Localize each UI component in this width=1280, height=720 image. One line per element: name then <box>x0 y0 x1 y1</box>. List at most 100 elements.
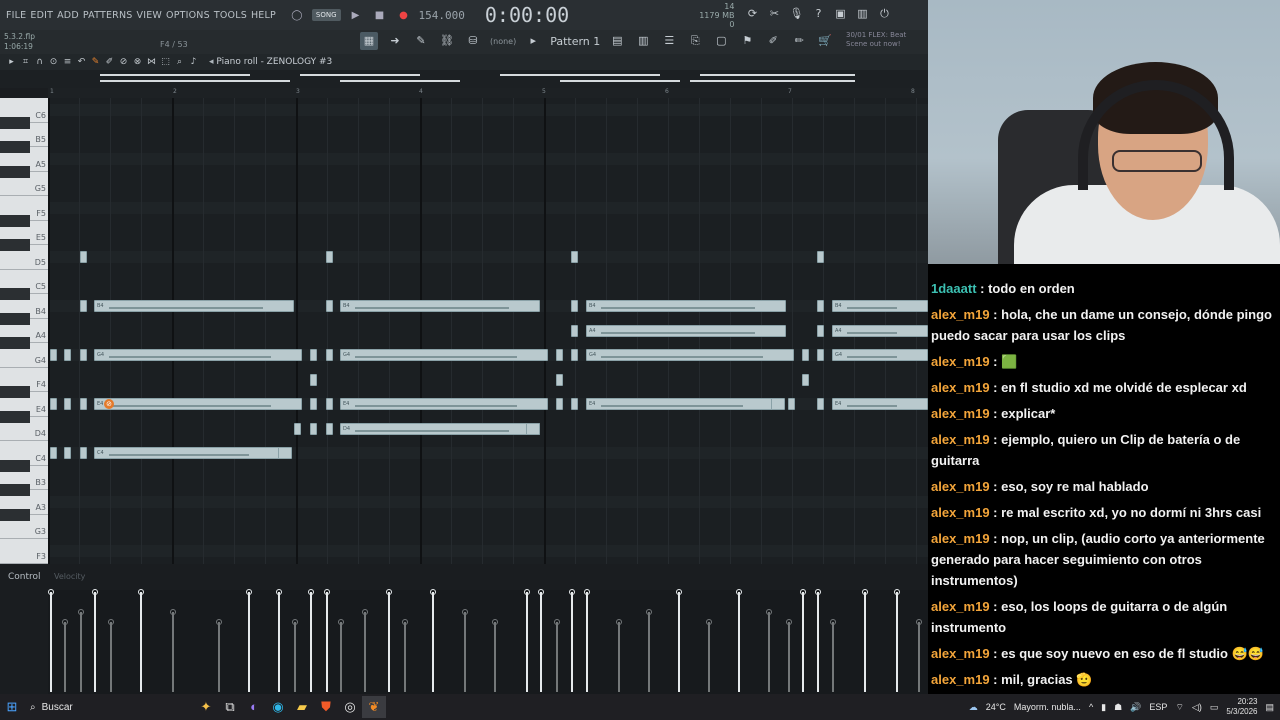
magnet-icon[interactable]: ∩ <box>34 57 45 67</box>
notifications-icon[interactable]: ▤ <box>1265 702 1274 713</box>
brush-icon[interactable]: ✐ <box>104 57 115 67</box>
velocity-handle[interactable] <box>138 589 144 595</box>
note-f4[interactable] <box>310 373 317 386</box>
velocity-handle[interactable] <box>430 589 436 595</box>
velocity-bar[interactable] <box>646 609 652 692</box>
chat-username[interactable]: alex_m19 <box>931 354 990 369</box>
menu-item-tools[interactable]: TOOLS <box>214 10 247 21</box>
arrow-icon[interactable]: ▸ <box>6 57 17 67</box>
power-icon[interactable]: ⏻ <box>876 7 892 23</box>
note-g4[interactable] <box>817 349 824 361</box>
taskbar-search[interactable]: ⌕ Buscar <box>24 702 194 713</box>
velocity-handle[interactable] <box>894 589 900 595</box>
note-e4[interactable]: E4 <box>94 398 302 410</box>
tray-chevron-icon[interactable]: ^ <box>1089 702 1093 712</box>
velocity-bar[interactable] <box>138 589 144 692</box>
note-a4[interactable] <box>571 324 578 337</box>
velocity-handle[interactable] <box>170 609 176 615</box>
piano-key-g5[interactable]: G5 <box>0 165 48 196</box>
time-display[interactable]: 0:00:00 <box>485 3 569 27</box>
battery-icon[interactable]: ▭ <box>1210 702 1219 713</box>
chat-username[interactable]: alex_m19 <box>931 406 990 421</box>
velocity-bar[interactable] <box>92 589 98 692</box>
record-icon[interactable]: ● <box>395 7 413 23</box>
note-g4[interactable] <box>310 349 317 361</box>
note-b4[interactable]: B4 <box>340 300 540 312</box>
note-d5[interactable] <box>326 251 333 263</box>
menu-item-view[interactable]: VIEW <box>137 10 163 21</box>
velocity-handle[interactable] <box>800 589 806 595</box>
black-key[interactable] <box>0 386 30 398</box>
note-b4[interactable] <box>571 300 578 312</box>
speaker-icon[interactable]: ♪ <box>188 57 199 67</box>
weather-icon[interactable]: ☁ <box>969 702 978 713</box>
wifi-icon[interactable]: ⌔ <box>1175 702 1183 713</box>
note-d4[interactable] <box>326 422 333 435</box>
black-key[interactable] <box>0 116 30 129</box>
menu-item-options[interactable]: OPTIONS <box>166 10 210 21</box>
velocity-handle[interactable] <box>276 589 282 595</box>
note-g4[interactable] <box>50 349 57 361</box>
velocity-handle[interactable] <box>676 589 682 595</box>
velocity-bar[interactable] <box>800 589 806 692</box>
velocity-handle[interactable] <box>216 619 222 625</box>
note-a4[interactable]: A4 <box>832 324 928 337</box>
note-g4[interactable] <box>80 349 87 361</box>
note-e4[interactable] <box>571 398 578 410</box>
menu-item-help[interactable]: HELP <box>251 10 276 21</box>
note-f4[interactable] <box>802 373 809 386</box>
piano-key-g3[interactable]: G3 <box>0 508 48 539</box>
velocity-handle[interactable] <box>292 619 298 625</box>
velocity-bar[interactable] <box>569 589 575 692</box>
note-d5[interactable] <box>80 251 87 263</box>
velocity-bar[interactable] <box>338 619 344 692</box>
black-key[interactable] <box>0 484 30 496</box>
black-key[interactable] <box>0 337 30 349</box>
menu-item-add[interactable]: ADD <box>57 10 79 21</box>
network-icon[interactable]: ☗ <box>1114 702 1122 713</box>
note-d4[interactable]: D4 <box>340 422 540 435</box>
note-g4[interactable]: G4 <box>832 349 928 361</box>
mixer-view-icon[interactable]: ▥ <box>634 32 652 50</box>
menu-item-patterns[interactable]: PATTERNS <box>83 10 133 21</box>
note-e4[interactable]: E4 <box>586 398 774 410</box>
mic-tray-icon[interactable]: ▮ <box>1101 702 1106 713</box>
arp-select[interactable]: (none) <box>490 37 516 46</box>
note-b4[interactable]: B4 <box>832 300 928 312</box>
velocity-handle[interactable] <box>862 589 868 595</box>
chord-icon[interactable]: ≡ <box>62 57 73 67</box>
chat-username[interactable]: alex_m19 <box>931 672 990 687</box>
velocity-handle[interactable] <box>78 609 84 615</box>
note-b4[interactable] <box>817 300 824 312</box>
chat-username[interactable]: alex_m19 <box>931 479 990 494</box>
velocity-handle[interactable] <box>815 589 821 595</box>
brave-icon[interactable]: ⛊ <box>314 696 338 718</box>
note-f4[interactable] <box>556 373 563 386</box>
velocity-bar[interactable] <box>524 589 530 692</box>
note-d5[interactable] <box>817 251 824 263</box>
note-g4[interactable]: G4 <box>340 349 548 361</box>
velocity-bar[interactable] <box>584 589 590 692</box>
chat-username[interactable]: alex_m19 <box>931 599 990 614</box>
zoom-icon[interactable]: ⌕ <box>174 57 185 67</box>
note-a4[interactable]: A4 <box>586 324 786 337</box>
channel-rack-icon[interactable]: ☰ <box>660 32 678 50</box>
note-g4[interactable] <box>571 349 578 361</box>
note-a4[interactable] <box>817 324 824 337</box>
chat-username[interactable]: alex_m19 <box>931 505 990 520</box>
velocity-bar[interactable] <box>786 619 792 692</box>
velocity-handle[interactable] <box>569 589 575 595</box>
erase-icon[interactable]: ⊘ <box>118 57 129 67</box>
velocity-bar[interactable] <box>324 589 330 692</box>
velocity-handle[interactable] <box>92 589 98 595</box>
velocity-bar[interactable] <box>830 619 836 692</box>
chat-username[interactable]: alex_m19 <box>931 531 990 546</box>
velocity-bar[interactable] <box>462 609 468 692</box>
velocity-handle[interactable] <box>538 589 544 595</box>
black-key[interactable] <box>0 165 30 178</box>
note-e4[interactable] <box>80 398 87 410</box>
plugin-picker-icon[interactable]: ⚑ <box>738 32 756 50</box>
plugin-icon[interactable]: ⎘ <box>686 32 704 50</box>
note-d4[interactable] <box>526 422 540 435</box>
velocity-bar[interactable] <box>916 619 922 692</box>
